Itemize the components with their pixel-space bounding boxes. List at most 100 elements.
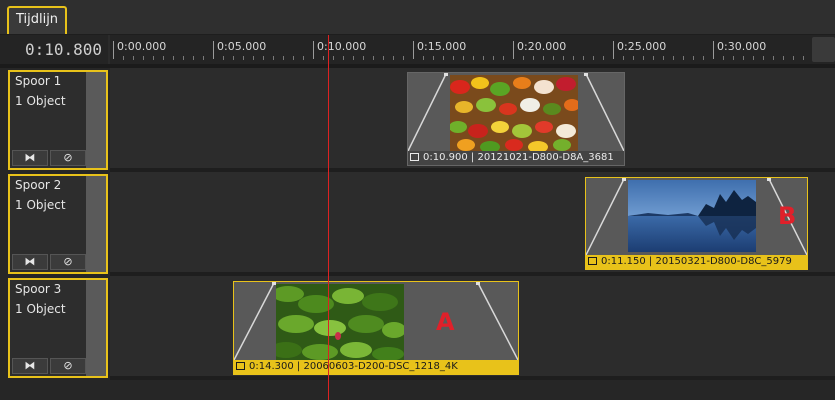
ruler-minor-tick: [523, 56, 524, 60]
ruler-minor-tick: [723, 56, 724, 60]
transition-icon[interactable]: ⧓: [12, 254, 48, 270]
plants-image: [276, 284, 404, 360]
ruler-minor-tick: [533, 56, 534, 60]
track-name: Spoor 2: [15, 178, 62, 192]
track-object-count: 1 Object: [15, 198, 66, 212]
ruler-tick: [113, 41, 114, 59]
ruler-minor-tick: [263, 56, 264, 60]
ruler-minor-tick: [573, 56, 574, 60]
ruler-tick: [613, 41, 614, 59]
ruler-minor-tick: [193, 56, 194, 60]
ruler-tick: [713, 41, 714, 59]
ruler-label: 0:15.000: [417, 40, 467, 53]
ruler-label: 0:00.000: [117, 40, 167, 53]
ruler-minor-tick: [153, 56, 154, 60]
track-height-handle[interactable]: [86, 280, 106, 376]
track-header-spoor-3[interactable]: Spoor 3 1 Object ⧓ ⊘: [8, 278, 108, 378]
clip-20060603-D200-DSC_1218_4K[interactable]: A 0:14.300 | 20060603-D200-DSC_1218_4K: [233, 281, 519, 375]
ruler-minor-tick: [793, 56, 794, 60]
ruler-minor-tick: [453, 56, 454, 60]
clip-duration: 0:14.300: [249, 361, 294, 372]
ruler-minor-tick: [253, 56, 254, 60]
clip-20121021-D800-D8A_3681[interactable]: 0:10.900 | 20121021-D800-D8A_3681: [407, 72, 625, 166]
clip-duration: 0:10.900: [423, 152, 468, 163]
ruler-minor-tick: [383, 56, 384, 60]
ruler-minor-tick: [203, 56, 204, 60]
ruler-minor-tick: [803, 56, 804, 60]
timeline-footer: [110, 380, 835, 400]
ruler-minor-tick: [733, 56, 734, 60]
ruler-minor-tick: [683, 56, 684, 60]
ruler-minor-tick: [243, 56, 244, 60]
ruler-minor-tick: [293, 56, 294, 60]
ruler-minor-tick: [163, 56, 164, 60]
ruler-minor-tick: [123, 56, 124, 60]
clip-filename: 20150321-D800-D8C_5979: [655, 256, 792, 267]
ruler-minor-tick: [543, 56, 544, 60]
ruler-minor-tick: [703, 56, 704, 60]
track-name: Spoor 1: [15, 74, 62, 88]
ruler-tick: [513, 41, 514, 59]
ruler-minor-tick: [503, 56, 504, 60]
ruler-minor-tick: [623, 56, 624, 60]
track-header-spoor-2[interactable]: Spoor 2 1 Object ⧓ ⊘: [8, 174, 108, 274]
ruler-minor-tick: [643, 56, 644, 60]
ruler-minor-tick: [273, 56, 274, 60]
clip-thumbnail-jellybeans: [450, 75, 578, 151]
ruler-minor-tick: [323, 56, 324, 60]
clip-duration: 0:11.150: [601, 256, 646, 267]
clip-thumbnail-lake: [628, 180, 756, 252]
clip-caption: 0:10.900 | 20121021-D800-D8A_3681: [408, 151, 624, 165]
ruler-minor-tick: [363, 56, 364, 60]
playhead[interactable]: [328, 35, 329, 400]
ruler-minor-tick: [693, 56, 694, 60]
ruler-minor-tick: [233, 56, 234, 60]
ruler-minor-tick: [673, 56, 674, 60]
ruler-tick: [213, 41, 214, 59]
disable-icon[interactable]: ⊘: [50, 254, 86, 270]
ruler-minor-tick: [343, 56, 344, 60]
image-icon: [236, 362, 245, 370]
ruler-label: 0:20.000: [517, 40, 567, 53]
current-timecode: 0:10.800: [0, 35, 108, 64]
ruler-minor-tick: [173, 56, 174, 60]
track-object-count: 1 Object: [15, 94, 66, 108]
clip-caption: 0:14.300 | 20060603-D200-DSC_1218_4K: [234, 360, 518, 374]
ruler-minor-tick: [463, 56, 464, 60]
ruler-minor-tick: [223, 56, 224, 60]
clip-20150321-D800-D8C_5979[interactable]: B 0:11.150 | 20150321-D800-D8C_5979: [585, 177, 808, 270]
track-height-handle[interactable]: [86, 72, 106, 168]
marker-letter: A: [436, 308, 455, 336]
ruler-minor-tick: [773, 56, 774, 60]
clip-caption: 0:11.150 | 20150321-D800-D8C_5979: [586, 255, 807, 269]
time-ruler[interactable]: 0:00.000 0:05.000 0:10.000 0:15.000 0:20…: [110, 35, 835, 64]
ruler-label: 0:30.000: [717, 40, 767, 53]
disable-icon[interactable]: ⊘: [50, 150, 86, 166]
ruler-tick: [413, 41, 414, 59]
ruler-label: 0:05.000: [217, 40, 267, 53]
ruler-minor-tick: [433, 56, 434, 60]
clip-filename: 20060603-D200-DSC_1218_4K: [303, 361, 458, 372]
ruler-minor-tick: [403, 56, 404, 60]
ruler-minor-tick: [743, 56, 744, 60]
ruler-label: 0:25.000: [617, 40, 667, 53]
ruler-minor-tick: [583, 56, 584, 60]
ruler-minor-tick: [653, 56, 654, 60]
track-header-column: Spoor 1 1 Object ⧓ ⊘ Spoor 2 1 Object ⧓ …: [0, 68, 110, 400]
ruler-minor-tick: [783, 56, 784, 60]
transition-icon[interactable]: ⧓: [12, 150, 48, 166]
transition-icon[interactable]: ⧓: [12, 358, 48, 374]
ruler-minor-tick: [473, 56, 474, 60]
jellybeans-image: [450, 75, 578, 151]
track-height-handle[interactable]: [86, 176, 106, 272]
tab-tijdlijn[interactable]: Tijdlijn: [7, 6, 67, 34]
tab-bar: [0, 0, 835, 35]
ruler-tick: [313, 41, 314, 59]
track-object-count: 1 Object: [15, 302, 66, 316]
track-header-spoor-1[interactable]: Spoor 1 1 Object ⧓ ⊘: [8, 70, 108, 170]
ruler-scroll-handle[interactable]: [812, 37, 835, 62]
ruler-minor-tick: [553, 56, 554, 60]
clip-filename: 20121021-D800-D8A_3681: [477, 152, 614, 163]
ruler-minor-tick: [143, 56, 144, 60]
disable-icon[interactable]: ⊘: [50, 358, 86, 374]
